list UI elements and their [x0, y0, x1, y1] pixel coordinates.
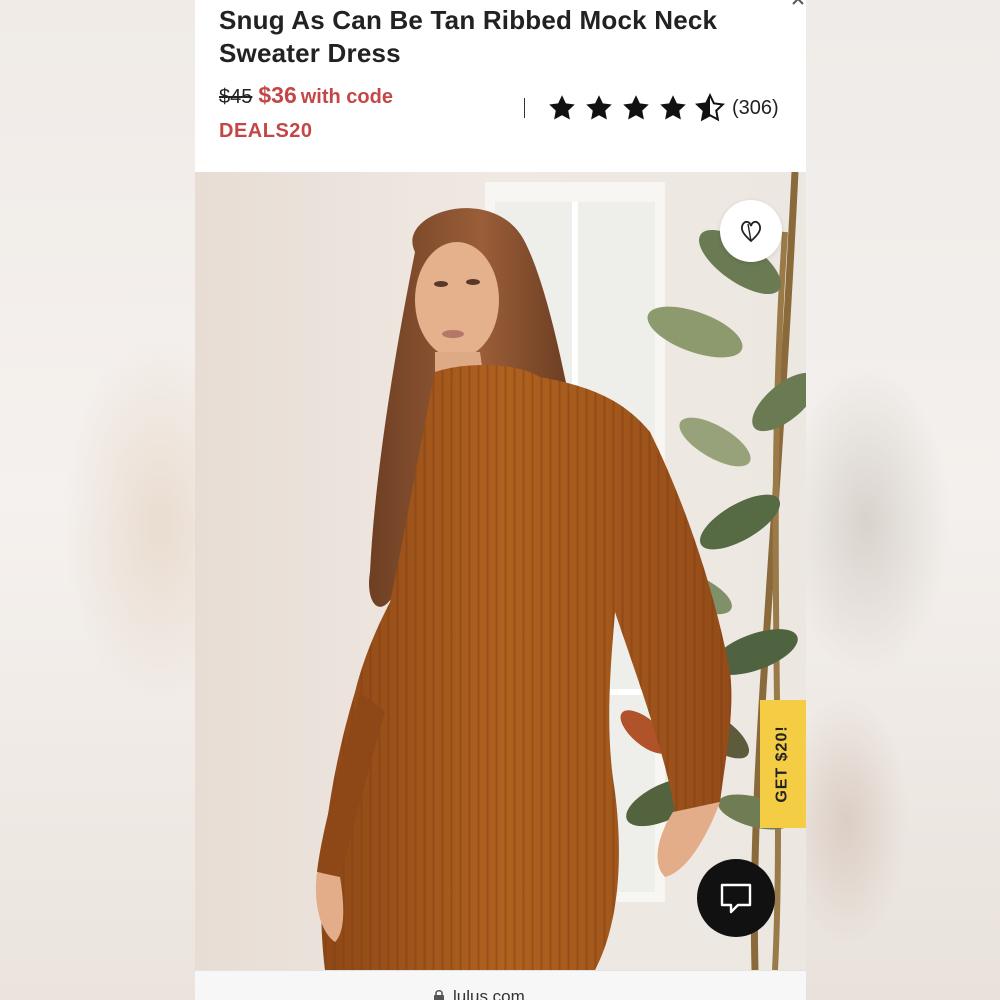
star-icon	[586, 95, 612, 120]
phone-screen: Snug As Can Be Tan Ribbed Mock Neck Swea…	[195, 0, 806, 1000]
close-icon[interactable]	[791, 0, 805, 6]
background-blur-right	[806, 0, 1000, 1000]
product-header: Snug As Can Be Tan Ribbed Mock Neck Swea…	[195, 0, 806, 172]
url-text: lulus.com	[453, 987, 525, 1000]
half-star-icon	[695, 93, 725, 122]
star-icon	[660, 95, 686, 120]
star-icon	[549, 95, 575, 120]
divider	[524, 98, 525, 118]
product-image[interactable]: GET $20!	[195, 172, 806, 970]
promo-tab[interactable]: GET $20!	[760, 700, 806, 828]
wishlist-button[interactable]	[720, 200, 782, 262]
chat-button[interactable]	[697, 859, 775, 937]
with-code-label: with code	[300, 86, 393, 108]
review-count[interactable]: (306)	[732, 97, 779, 120]
lock-icon	[434, 990, 444, 1000]
promo-tab-label: GET $20!	[774, 725, 792, 803]
price-row: $45 $36 with code	[219, 82, 519, 109]
model-photo	[195, 172, 806, 970]
star-icon	[623, 95, 649, 120]
chat-bubble-icon	[720, 883, 752, 914]
background-blur-left	[0, 0, 195, 1000]
original-price: $45	[219, 86, 253, 108]
product-title: Snug As Can Be Tan Ribbed Mock Neck Swea…	[219, 5, 718, 68]
sale-price: $36	[258, 82, 297, 108]
rating-stars[interactable]	[547, 92, 732, 124]
promo-code: DEALS20	[219, 120, 313, 142]
heart-icon	[740, 220, 762, 243]
browser-url-bar[interactable]: lulus.com	[195, 970, 806, 1000]
